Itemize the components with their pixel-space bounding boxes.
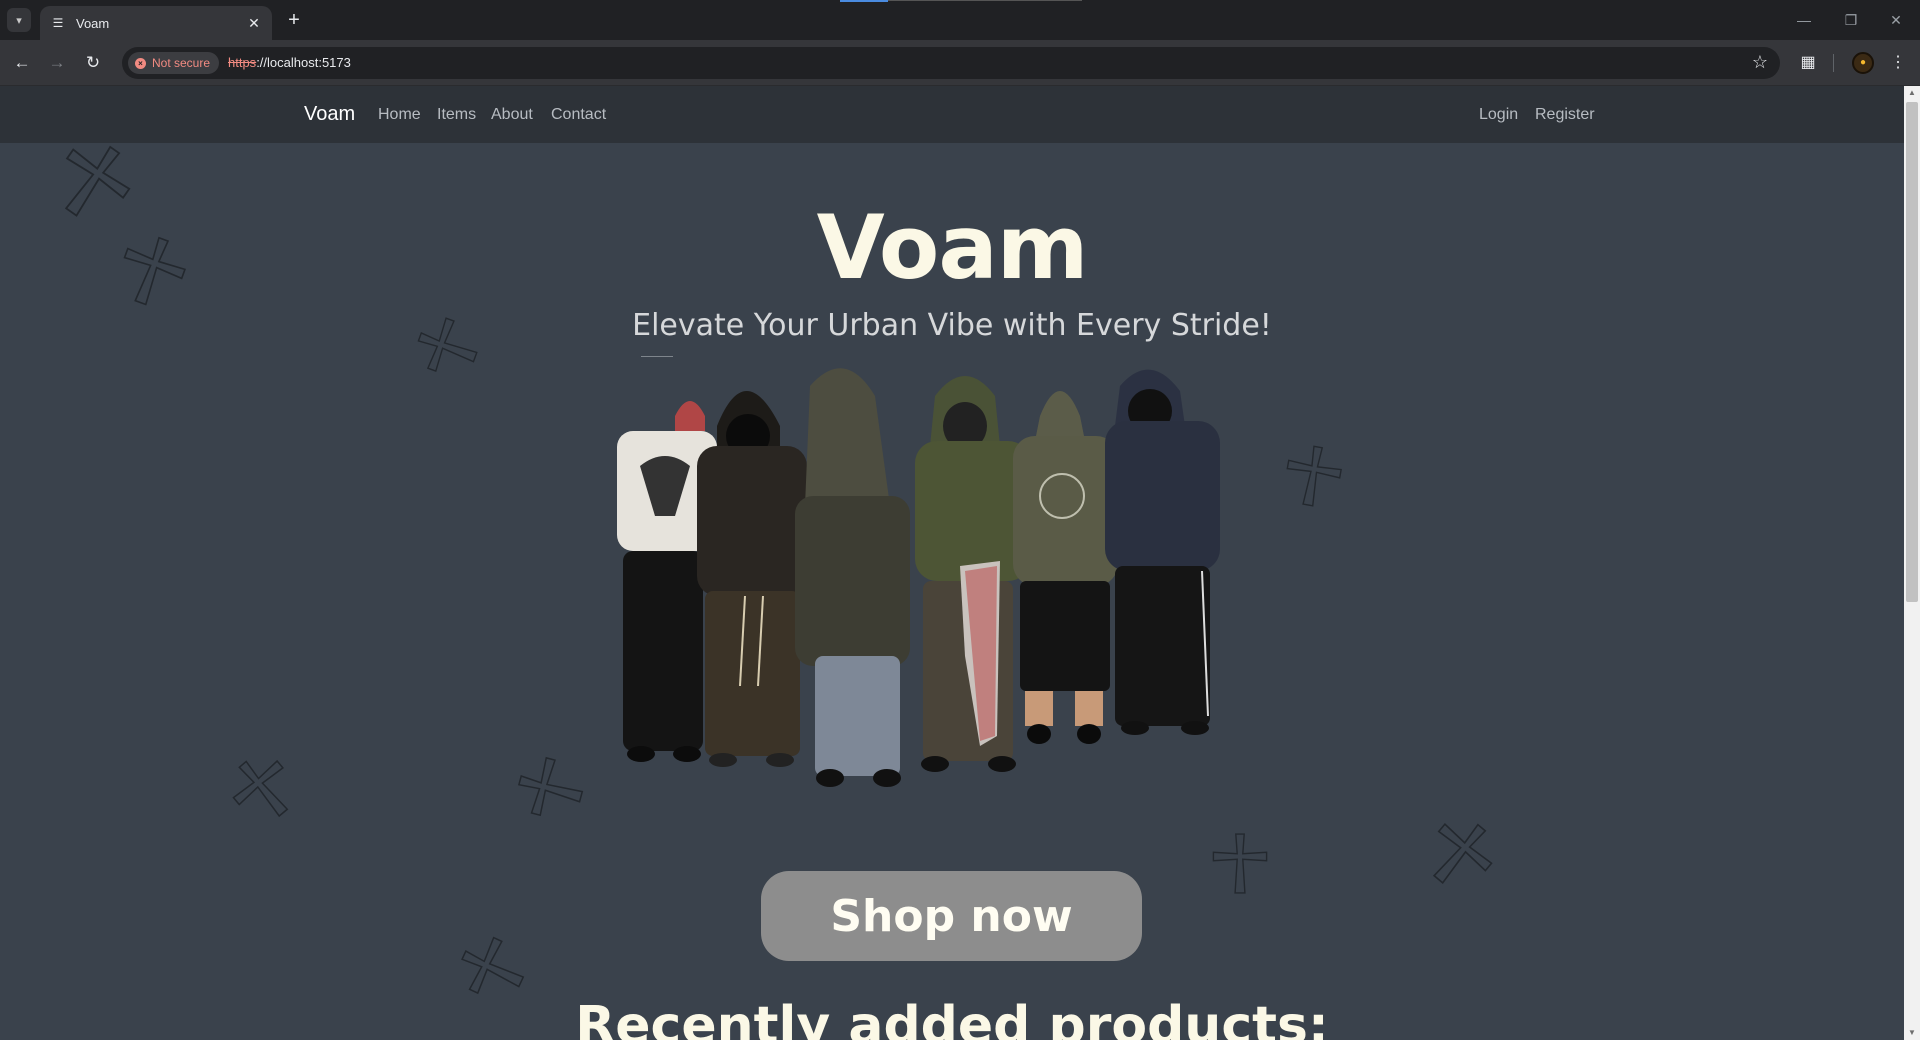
recently-added-heading: Recently added products: <box>575 996 1329 1040</box>
figure-2 <box>697 391 807 767</box>
cross-decoration-icon <box>461 936 525 995</box>
cross-decoration-icon <box>1432 822 1493 884</box>
hero-group-photo <box>617 368 1220 787</box>
toolbar-divider <box>1833 54 1834 72</box>
nav-link-home[interactable]: Home <box>378 106 421 124</box>
security-label: Not secure <box>152 56 211 70</box>
url-scheme: https <box>228 55 257 70</box>
security-chip[interactable]: × Not secure <box>128 52 220 74</box>
address-bar[interactable]: × Not secure https://localhost:5173 ☆ <box>122 47 1780 79</box>
bookmark-star-icon[interactable]: ☆ <box>1752 52 1768 73</box>
restore-icon[interactable]: ❐ <box>1836 8 1866 32</box>
browser-toolbar: ← → ↻ × Not secure https://localhost:517… <box>0 40 1920 86</box>
site-navbar: Voam Home Items About Contact Login Regi… <box>0 86 1904 143</box>
globe-icon: ☰ <box>52 16 64 30</box>
reload-icon[interactable]: ↻ <box>79 49 107 77</box>
new-tab-button[interactable]: + <box>282 8 306 32</box>
forward-arrow-icon[interactable]: → <box>43 49 71 77</box>
extensions-puzzle-icon[interactable]: ▦ <box>1794 49 1822 77</box>
accent-line <box>840 0 888 2</box>
warning-icon: × <box>135 57 146 69</box>
nav-link-login[interactable]: Login <box>1479 106 1518 124</box>
back-arrow-icon[interactable]: ← <box>8 49 36 77</box>
cross-decoration-icon <box>232 759 289 818</box>
kebab-menu-icon[interactable]: ⋮ <box>1884 49 1912 77</box>
close-tab-icon[interactable]: ✕ <box>246 15 262 31</box>
minimize-icon[interactable]: — <box>1789 8 1819 32</box>
close-window-icon[interactable]: ✕ <box>1881 8 1911 32</box>
profile-avatar[interactable]: ● <box>1852 52 1874 74</box>
cross-decoration-icon <box>1286 445 1342 507</box>
page-content: Voam Home Items About Contact Login Regi… <box>0 86 1904 1040</box>
accent-line-muted <box>888 0 1082 1</box>
tab-search-icon[interactable]: ▾ <box>7 8 31 32</box>
nav-link-register[interactable]: Register <box>1535 106 1595 124</box>
tab-voam[interactable]: ☰ Voam ✕ <box>40 6 272 40</box>
nav-link-contact[interactable]: Contact <box>551 106 606 124</box>
scroll-up-arrow-icon[interactable]: ▲ <box>1904 86 1920 100</box>
hero-title: Voam <box>816 196 1089 299</box>
figure-3 <box>795 368 910 787</box>
shop-now-button[interactable]: Shop now <box>761 871 1142 961</box>
url-text[interactable]: https://localhost:5173 <box>228 55 351 70</box>
figure-4 <box>915 376 1030 772</box>
tab-title: Voam <box>76 15 110 31</box>
scroll-down-arrow-icon[interactable]: ▼ <box>1904 1026 1920 1040</box>
cross-decoration-icon <box>517 756 584 817</box>
url-host: ://localhost:5173 <box>256 55 351 70</box>
figure-5 <box>1013 391 1118 744</box>
figure-6 <box>1105 369 1220 735</box>
hero-subtitle: Elevate Your Urban Vibe with Every Strid… <box>632 308 1272 343</box>
nav-link-about[interactable]: About <box>491 106 533 124</box>
brand-logo[interactable]: Voam <box>304 103 355 126</box>
page-scrollbar[interactable]: ▲ ▼ <box>1904 86 1920 1040</box>
tab-strip: ▾ ☰ Voam ✕ + — ❐ ✕ <box>0 0 1920 40</box>
nav-link-items[interactable]: Items <box>437 106 476 124</box>
scroll-thumb[interactable] <box>1906 102 1918 602</box>
